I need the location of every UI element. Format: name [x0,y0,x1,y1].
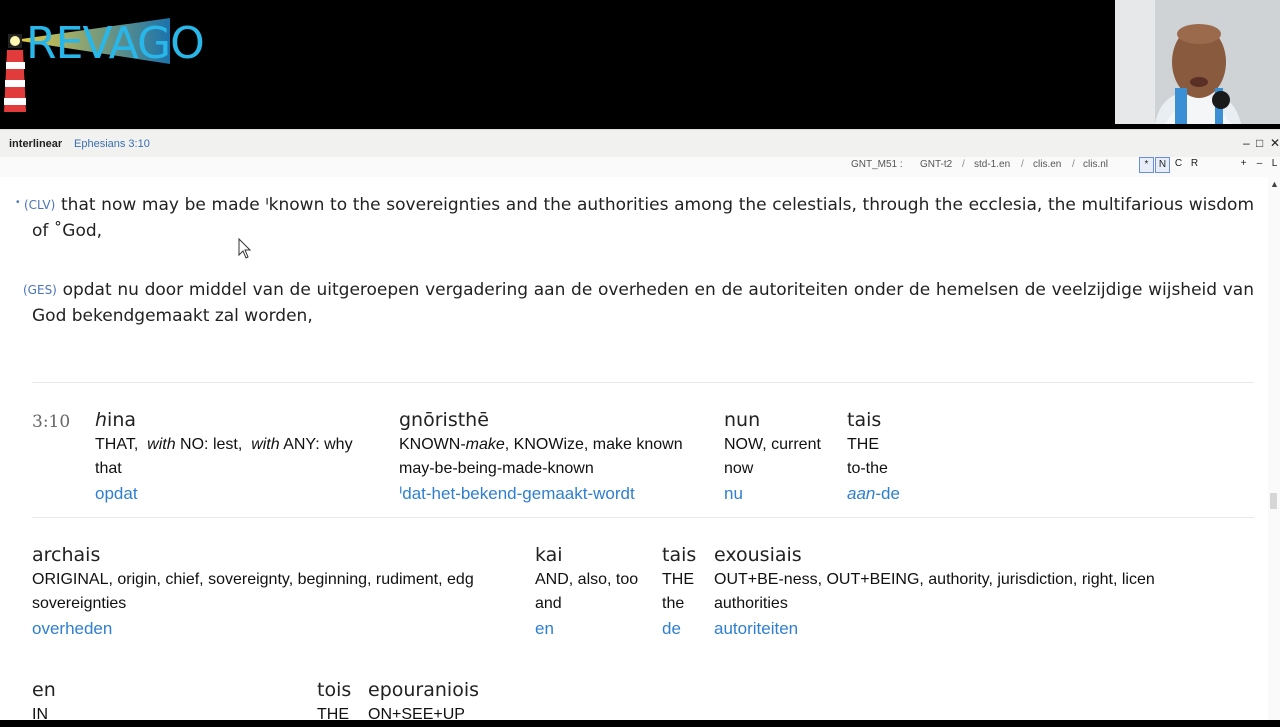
toggle-star-button[interactable]: * [1139,157,1154,173]
module-separator: / [1021,159,1024,170]
mouse-pointer-icon [238,238,252,259]
module-std-1-en[interactable]: std-1.en [974,159,1010,170]
sublinear-gloss: that [95,460,122,477]
interlinear-window: interlinear Ephesians 3:10 – □ ✕ GNT_M51… [0,129,1280,723]
word-cell[interactable]: archais ORIGINAL, origin, chief, soverei… [32,542,474,642]
module-clis-nl[interactable]: clis.nl [1083,159,1108,170]
dutch-gloss: aan-de [847,484,900,503]
module-separator: / [962,159,965,170]
verse-clv: (CLV) that now may be made ᑊknown to the… [24,192,1255,244]
verse-text: opdat nu door middel van de uitgeroepen … [32,280,1255,326]
module-gnt-m51[interactable]: GNT_M51 : [851,159,903,170]
word-cell[interactable]: tais THE the de [662,542,696,642]
concordant-gloss: OUT+BE-ness, OUT+BEING, authority, juris… [714,571,1155,588]
translation-label: (CLV) [24,198,56,212]
concordant-gloss: THAT, with NO: lest, with ANY: why [95,436,353,453]
greek-word: tois [317,679,352,701]
sublinear-gloss: authorities [714,595,788,612]
dutch-gloss: opdat [95,484,138,503]
word-cell[interactable]: exousiais OUT+BE-ness, OUT+BEING, author… [714,542,1155,642]
concordant-gloss: THE [847,436,879,453]
word-cell[interactable]: gnōristhē KNOWN-make, KNOWize, make know… [399,407,683,507]
greek-word: epouraniois [368,679,479,701]
concordant-gloss: KNOWN-make, KNOWize, make known [399,436,683,453]
verse-text: that now may be made ᑊknown to the sover… [32,195,1255,241]
sublinear-gloss: now [724,460,754,477]
scroll-thumb[interactable] [1270,493,1277,509]
dutch-gloss: de [662,619,681,638]
concordant-gloss: THE [662,571,694,588]
sublinear-gloss: and [535,595,562,612]
logo-text: REVAGO [26,18,205,69]
title-bar: interlinear Ephesians 3:10 – □ ✕ [0,129,1280,158]
toggle-r-button[interactable]: R [1188,157,1201,171]
concordant-gloss: ON+SEE+UP [368,706,465,723]
minimize-button[interactable]: – [1243,136,1250,150]
toggle-n-button[interactable]: N [1155,157,1170,173]
zoom-in-button[interactable]: + [1237,157,1250,171]
dutch-gloss: nu [724,484,743,503]
webcam-feed [1115,0,1280,124]
concordant-gloss: AND, also, too [535,571,639,588]
dutch-gloss: ᑊdat-het-bekend-gemaakt-wordt [399,484,635,503]
greek-word: en [32,679,56,701]
sublinear-gloss: to-the [847,460,888,477]
sublinear-gloss: may-be-being-made-known [399,460,594,477]
vertical-scrollbar[interactable] [1268,177,1280,720]
greek-word: hina [95,409,137,431]
translation-label: (GES) [23,283,57,297]
greek-word: exousiais [714,544,802,566]
word-cell[interactable]: kai AND, also, too and en [535,542,638,642]
module-toolbar: GNT_M51 : GNT-t2 / std-1.en / clis.en / … [0,157,1280,177]
concordant-gloss: NOW, current [724,436,821,453]
greek-word: nun [724,409,761,431]
greek-word: kai [535,544,563,566]
verse-ges: (GES) opdat nu door middel van de uitger… [23,277,1255,329]
concordant-gloss: IN [32,706,48,723]
revago-logo: REVAGO [0,8,205,116]
layout-button[interactable]: L [1268,157,1280,171]
divider [32,382,1254,383]
maximize-button[interactable]: □ [1256,136,1263,150]
word-cell[interactable]: hina THAT, with NO: lest, with ANY: why … [95,407,353,507]
greek-word: gnōristhē [399,409,489,431]
dutch-gloss: autoriteiten [714,619,799,638]
reference-link[interactable]: Ephesians 3:10 [74,138,150,150]
module-clis-en[interactable]: clis.en [1033,159,1061,170]
verse-number: 3:10 [32,412,71,432]
module-separator: / [1072,159,1075,170]
zoom-out-button[interactable]: – [1253,157,1266,171]
sublinear-gloss: the [662,595,685,612]
scroll-up-arrow-icon[interactable]: ▲ [1270,179,1279,189]
bullet-icon: • [16,197,20,208]
toggle-c-button[interactable]: C [1172,157,1185,171]
greek-word: archais [32,544,101,566]
dutch-gloss: en [535,619,554,638]
window-title: interlinear [9,138,63,150]
concordant-gloss: THE [317,706,349,723]
word-cell[interactable]: tais THE to-the aan-de [847,407,900,507]
module-gnt-t2[interactable]: GNT-t2 [920,159,952,170]
divider [32,517,1254,518]
concordant-gloss: ORIGINAL, origin, chief, sovereignty, be… [32,571,474,588]
word-cell[interactable]: nun NOW, current now nu [724,407,821,507]
dutch-gloss: overheden [32,619,113,638]
sublinear-gloss: sovereignties [32,595,127,612]
video-overlay: REVAGO [0,0,1280,129]
close-button[interactable]: ✕ [1270,136,1280,150]
greek-word: tais [662,544,697,566]
greek-word: tais [847,409,882,431]
